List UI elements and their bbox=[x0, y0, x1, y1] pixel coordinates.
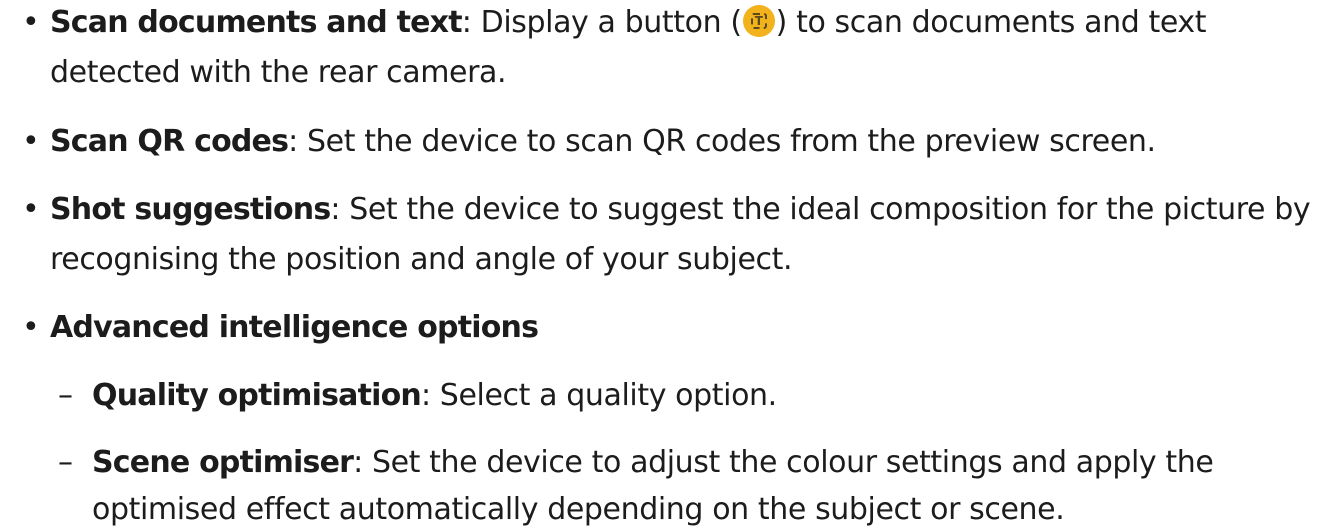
description-text: : Display a button ( bbox=[461, 5, 742, 40]
description-text: ) to scan documents and text bbox=[775, 5, 1207, 40]
description-text-continued: detected with the rear camera. bbox=[50, 55, 507, 90]
bullet: • bbox=[22, 192, 40, 227]
term-shot-suggestions: Shot suggestions bbox=[50, 192, 331, 227]
dash: – bbox=[58, 378, 73, 413]
settings-description-list: • Scan documents and text: Display a but… bbox=[0, 0, 1334, 527]
sublist-item-quality-optimisation: Quality optimisation: Select a quality o… bbox=[92, 374, 777, 418]
term-scan-documents: Scan documents and text bbox=[50, 5, 463, 40]
description-text-continued: optimised effect automatically depending… bbox=[92, 492, 1065, 527]
scan-text-icon: T bbox=[742, 5, 775, 37]
bullet: • bbox=[22, 310, 40, 345]
bullet: • bbox=[22, 124, 40, 159]
term-scene-optimiser: Scene optimiser bbox=[92, 445, 354, 480]
sublist-item-scene-optimiser: Scene optimiser: Set the device to adjus… bbox=[92, 441, 1214, 485]
list-item-advanced-intelligence: Advanced intelligence options bbox=[50, 306, 539, 350]
bullet: • bbox=[22, 5, 40, 40]
term-scan-qr: Scan QR codes bbox=[50, 124, 289, 159]
description-text-continued: recognising the position and angle of yo… bbox=[50, 242, 793, 277]
description-text: : Set the device to adjust the colour se… bbox=[353, 445, 1214, 480]
dash: – bbox=[58, 445, 73, 480]
list-item-scan-qr: Scan QR codes: Set the device to scan QR… bbox=[50, 120, 1156, 164]
list-item-scan-documents: Scan documents and text: Display a butto… bbox=[50, 1, 1207, 45]
term-quality-optimisation: Quality optimisation bbox=[92, 378, 422, 413]
list-item-shot-suggestions: Shot suggestions: Set the device to sugg… bbox=[50, 188, 1311, 232]
description-text: : Set the device to scan QR codes from t… bbox=[288, 124, 1156, 159]
term-advanced-intelligence: Advanced intelligence options bbox=[50, 310, 539, 345]
description-text: : Set the device to suggest the ideal co… bbox=[330, 192, 1311, 227]
description-text: : Select a quality option. bbox=[420, 378, 777, 413]
